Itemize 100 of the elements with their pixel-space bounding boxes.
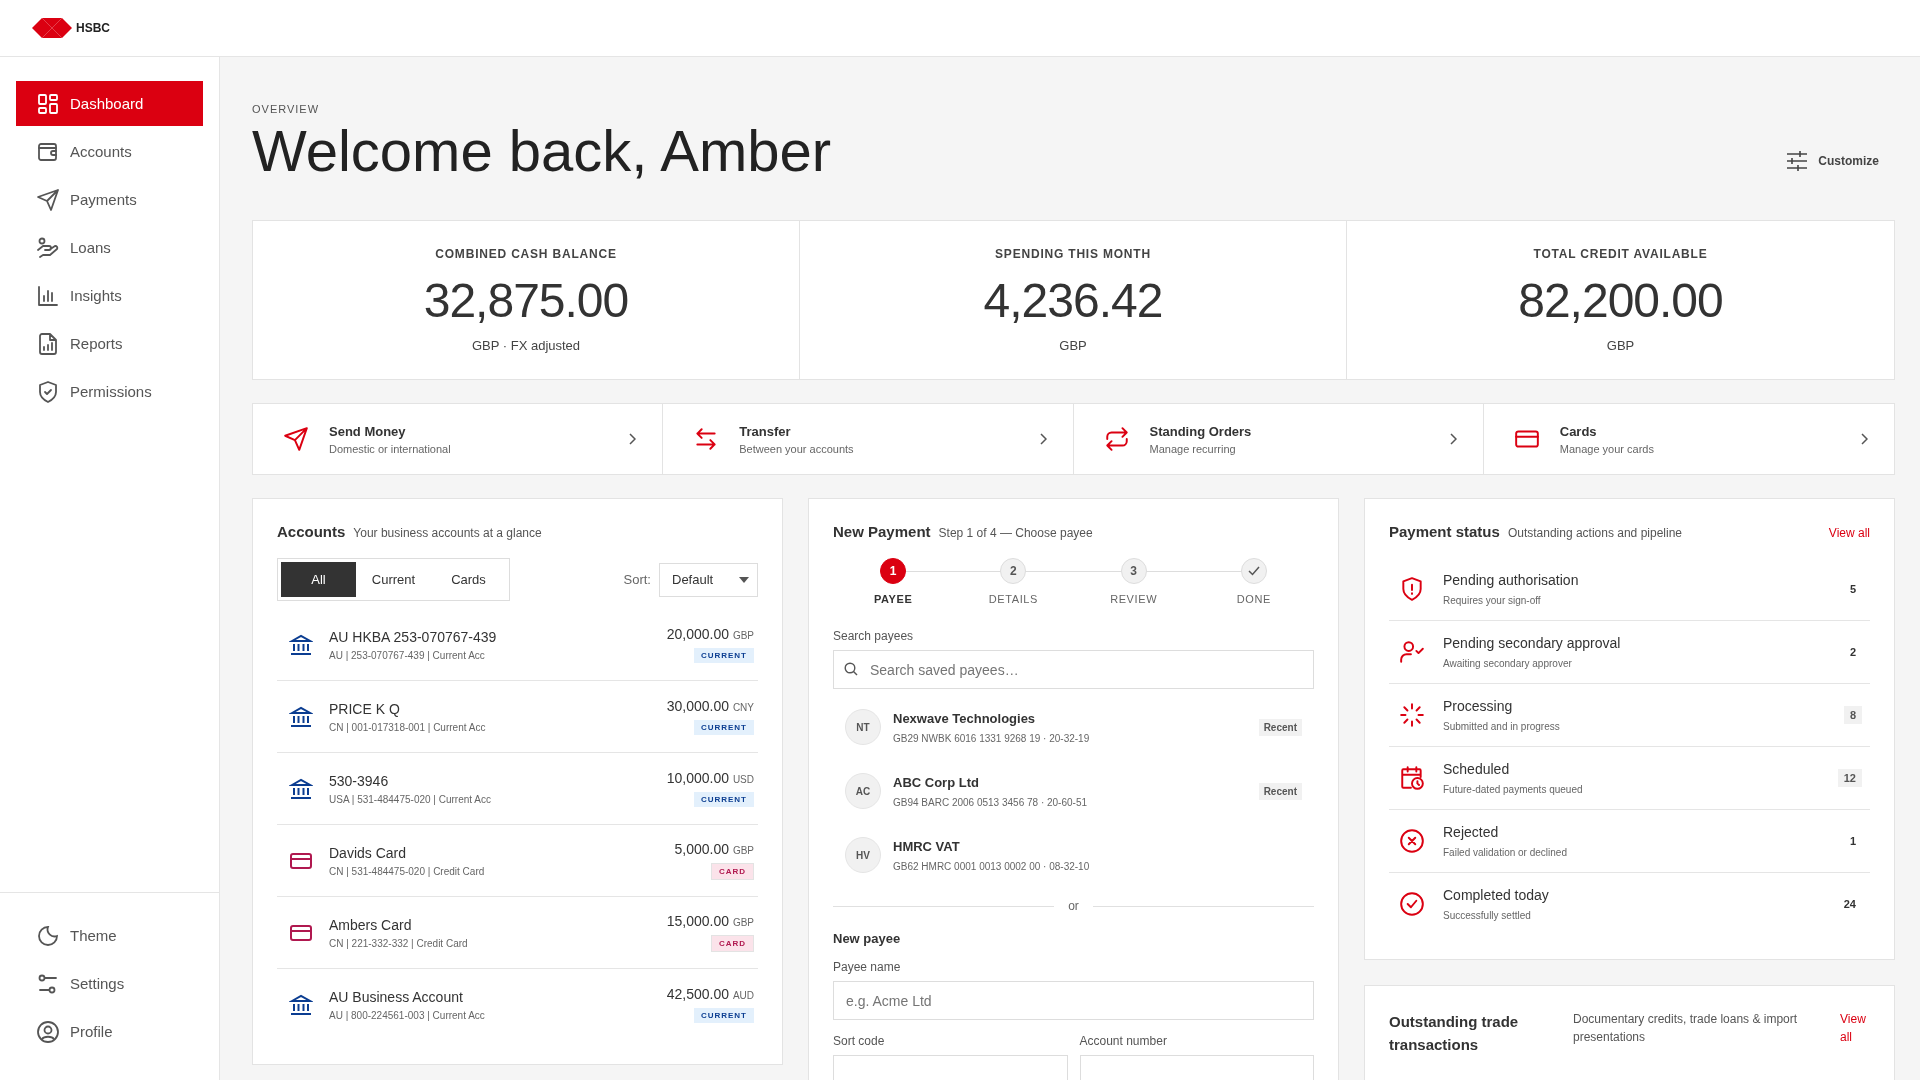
quick-action[interactable]: Cards Manage your cards: [1483, 404, 1894, 474]
field-label: Payee name: [833, 960, 902, 974]
page-title: Welcome back, Amber: [252, 117, 832, 184]
customize-button[interactable]: Customize: [1780, 150, 1885, 172]
step-marker: 1: [880, 558, 907, 584]
sidebar-item[interactable]: Loans: [16, 225, 203, 270]
filter-tab[interactable]: Cards: [431, 562, 506, 597]
filter-tab[interactable]: Current: [356, 562, 431, 597]
step-label: REVIEW: [1110, 593, 1158, 605]
account-type-tag: CURRENT: [693, 720, 754, 735]
payee-item[interactable]: AC ABC Corp Ltd GB94 BARC 2006 0513 3456 78 · 20-60-51 Recent: [833, 759, 1314, 823]
account-type-tag: CURRENT: [693, 648, 754, 663]
account-balance: 30,000.00 CNY: [666, 698, 754, 714]
status-item[interactable]: Rejected Failed validation or declined 1: [1389, 810, 1870, 873]
account-balance: 10,000.00 USD: [666, 770, 754, 786]
account-balance: 5,000.00 GBP: [674, 841, 754, 857]
payee-initials: HV: [845, 837, 881, 873]
recent-badge: Recent: [1258, 782, 1302, 800]
stat-value: 32,875.00: [423, 273, 629, 328]
recent-badge: Recent: [1258, 718, 1302, 736]
account-name: Ambers Card: [329, 916, 413, 933]
status-count: 12: [1837, 769, 1862, 787]
sidebar-item[interactable]: Profile: [16, 1009, 203, 1054]
account-detail: CN | 531-484475-020 | Credit Card: [329, 865, 486, 877]
account-name: AU Business Account: [329, 988, 464, 1005]
account-type-tag: CURRENT: [693, 792, 754, 807]
status-count: 2: [1848, 645, 1857, 660]
account-balance: 15,000.00 GBP: [666, 913, 754, 929]
card-subtitle: Step 1 of 4 — Choose payee: [938, 526, 1093, 540]
card-subtitle: Your business accounts at a glance: [353, 526, 542, 540]
account-type-tag: CURRENT: [693, 1008, 754, 1023]
account-detail: AU | 253-070767-439 | Current Acc: [329, 649, 486, 661]
sidebar-item[interactable]: Reports: [16, 321, 203, 366]
card-title: Payment status: [1389, 523, 1500, 540]
divider-text: or: [1068, 899, 1079, 913]
status-item[interactable]: Pending authorisation Requires your sign-off 5: [1389, 558, 1870, 621]
card-title: Accounts: [277, 523, 346, 540]
account-detail: CN | 221-332-332 | Credit Card: [329, 937, 469, 949]
status-item[interactable]: Pending secondary approval Awaiting secondary approver 2: [1389, 621, 1870, 684]
account-detail: CN | 001-017318-001 | Current Acc: [329, 721, 487, 733]
sidebar-item[interactable]: Insights: [16, 273, 203, 318]
sidebar-item[interactable]: Permissions: [16, 369, 203, 414]
status-count: 1: [1848, 834, 1857, 849]
account-detail: AU | 800-224561-003 | Current Acc: [329, 1009, 486, 1021]
account-type-tag: CARD: [710, 863, 754, 880]
sidebar-item[interactable]: Payments: [16, 177, 203, 222]
card-subtitle: Outstanding actions and pipeline: [1507, 526, 1682, 540]
logo-text: HSBC: [76, 21, 110, 35]
quick-action[interactable]: Send Money Domestic or international: [253, 404, 664, 474]
card-title: New Payment: [833, 523, 931, 540]
stat-label: TOTAL CREDIT AVAILABLE: [1533, 247, 1708, 261]
stat-note: GBP: [1606, 338, 1635, 353]
sort-dropdown[interactable]: Default: [659, 562, 758, 597]
stat-label: SPENDING THIS MONTH: [995, 247, 1151, 261]
account-type-tag: CARD: [710, 935, 754, 952]
step-label: DETAILS: [988, 593, 1038, 605]
sidebar-item[interactable]: Accounts: [16, 129, 203, 174]
step-label: DONE: [1236, 593, 1271, 605]
step-label: PAYEE: [873, 593, 913, 605]
view-all-link[interactable]: View all: [1840, 1010, 1870, 1046]
account-name: Davids Card: [329, 844, 408, 861]
sort-label: Sort:: [623, 572, 651, 587]
sidebar-item[interactable]: Theme: [16, 913, 203, 958]
sidebar-item[interactable]: Settings: [16, 961, 203, 1006]
view-all-link[interactable]: View all: [1828, 526, 1870, 540]
filter-tab[interactable]: All: [281, 562, 356, 597]
stat-note: GBP: [1059, 338, 1087, 353]
stat-label: COMBINED CASH BALANCE: [435, 247, 617, 261]
step-marker: 2: [1000, 558, 1027, 584]
quick-action[interactable]: Standing Orders Manage recurring: [1073, 404, 1484, 474]
account-balance: 20,000.00 GBP: [666, 626, 754, 642]
status-count: 5: [1848, 582, 1857, 597]
section-title: New payee: [833, 931, 902, 946]
status-item[interactable]: Scheduled Future-dated payments queued 12: [1389, 747, 1870, 810]
card-subtitle: Documentary credits, trade loans & import presentations: [1573, 1011, 1799, 1046]
stat-note: GBP · FX adjusted: [471, 338, 581, 353]
quick-action[interactable]: Transfer Between your accounts: [663, 404, 1074, 474]
payee-initials: NT: [845, 709, 881, 745]
status-count: 24: [1842, 897, 1857, 912]
section-label: OVERVIEW: [252, 103, 321, 115]
payee-item[interactable]: HV HMRC VAT GB62 HMRC 0001 0013 0002 00 · 08-32-10: [833, 823, 1314, 887]
account-name: 530-3946: [329, 772, 390, 789]
field-label: Sort code: [833, 1034, 886, 1048]
step-marker: 3: [1120, 558, 1147, 584]
field-label: Account number: [1079, 1034, 1168, 1048]
status-item[interactable]: Completed today Successfully settled 24: [1389, 873, 1870, 935]
account-detail: USA | 531-484475-020 | Current Acc: [329, 793, 492, 805]
stat-value: 82,200.00: [1518, 273, 1723, 328]
card-title: Outstanding trade transactions: [1389, 1012, 1520, 1055]
payee-initials: AC: [845, 773, 881, 809]
search-field[interactable]: Search saved payees…: [833, 650, 1314, 689]
status-count: 8: [1843, 706, 1862, 724]
status-item[interactable]: Processing Submitted and in progress 8: [1389, 684, 1870, 747]
field-label: Search payees: [833, 629, 915, 643]
account-name: AU HKBA 253-070767-439: [329, 628, 498, 645]
payee-item[interactable]: NT Nexwave Technologies GB29 NWBK 6016 1331 9268 19 · 20-32-19 Recent: [833, 695, 1314, 759]
payee-name-field[interactable]: e.g. Acme Ltd: [833, 981, 1314, 1020]
stat-value: 4,236.42: [983, 273, 1163, 328]
account-balance: 42,500.00 AUD: [666, 986, 754, 1002]
sidebar-item[interactable]: Dashboard: [16, 81, 203, 126]
